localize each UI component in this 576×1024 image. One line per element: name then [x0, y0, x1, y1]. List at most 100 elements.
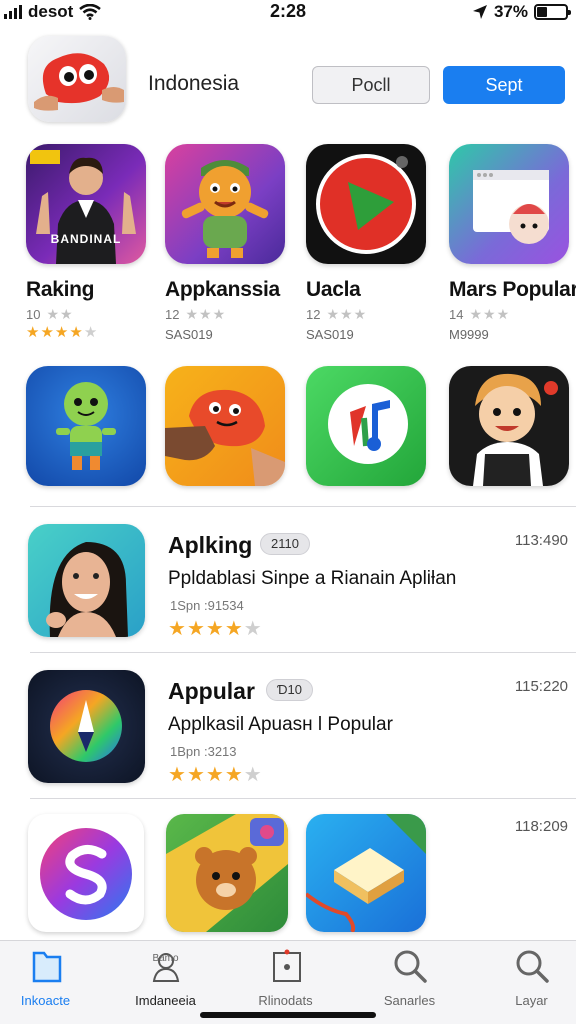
list-description: Ppldablasi Sinpe a Rianain Apliƚan	[168, 568, 457, 589]
list-title: Appular	[168, 678, 255, 704]
list-meta: 1Spn :91534	[170, 598, 244, 613]
app-card-appkanssia[interactable]: Appkanssia 12 ★★★ SAS019	[165, 144, 305, 342]
cartoon-boy-icon	[449, 366, 569, 486]
star-filled-icon: ★	[186, 764, 206, 786]
app-card-music-note[interactable]	[306, 366, 446, 486]
list-badge: 2110	[260, 533, 310, 555]
app-icon-mars-popular	[449, 144, 569, 264]
red-creature-icon	[165, 366, 285, 486]
app-card-red-creature[interactable]	[165, 366, 305, 486]
app-rating-line: 10 ★★	[26, 306, 166, 323]
app-count: 12	[165, 307, 180, 322]
browser-window-icon	[473, 170, 549, 244]
list-description: Applkasil Apuasн l Popular	[168, 714, 393, 735]
swirl-s-icon[interactable]	[28, 814, 144, 932]
header: Indonesia Pocll Sept	[0, 36, 576, 124]
app-name: Mars Popular	[449, 278, 576, 301]
search-icon	[394, 950, 427, 983]
list-item-aplking[interactable]: Aplking 2110 Ppldablasi Sinpe a Rianain …	[0, 524, 576, 654]
app-rating-line: 14 ★★★	[449, 306, 576, 323]
app-name: Uacla	[306, 278, 361, 301]
star-filled-icon: ★	[40, 324, 55, 341]
tab-label: Sanarles	[383, 993, 436, 1008]
star-filled-icon: ★	[205, 618, 225, 640]
frame-icon	[272, 949, 301, 982]
app-icon-uacla	[306, 144, 426, 264]
star-rating: ★★★★★	[26, 323, 166, 341]
app-rating-line: 12 ★★★	[165, 306, 305, 323]
app-icon-raking: BANDINAL	[26, 144, 146, 264]
list-time: 115:220	[514, 678, 568, 695]
app-rating-line: 12 ★★★	[306, 306, 446, 323]
woman-portrait-icon	[28, 524, 145, 637]
green-robot-icon	[26, 366, 146, 486]
app-name: Raking	[26, 278, 95, 301]
star-filled-icon: ★	[69, 324, 84, 341]
header-title: Indonesia	[148, 72, 240, 95]
star-filled-icon: ★	[168, 618, 187, 640]
red-mascot-icon	[34, 53, 124, 111]
app-card-green-robot[interactable]	[26, 366, 166, 486]
list-time: 118:209	[514, 818, 568, 835]
app-card-cartoon-boy[interactable]	[449, 366, 576, 486]
star-filled-icon: ★	[205, 764, 225, 786]
sandwich-game-icon[interactable]	[306, 814, 426, 932]
divider	[30, 506, 576, 507]
star-filled-icon: ★	[224, 764, 244, 786]
rating-stars-icon: ★★★	[326, 306, 368, 322]
search-icon	[516, 950, 549, 983]
status-bar: desot 2:28 37%	[0, 0, 576, 26]
tab-sublabel: Bamo	[152, 953, 179, 964]
tab-inkoacte[interactable]: Inkoacte	[0, 947, 103, 1008]
app-price: M9999	[449, 327, 489, 342]
app-count: 12	[306, 307, 321, 322]
header-app-icon[interactable]	[28, 36, 126, 122]
tab-label: Inkoacte	[20, 993, 71, 1008]
tab-layar[interactable]: Layar	[474, 947, 576, 1008]
list-title: Aplking	[168, 532, 253, 558]
star-rating: ★★★★★	[168, 762, 263, 787]
play-record-icon	[316, 154, 416, 254]
tab-rlinodats[interactable]: Rlinodats	[228, 947, 343, 1008]
location-arrow-icon	[472, 5, 487, 19]
music-note-icon	[306, 366, 426, 486]
raking-icon-text: BANDINAL	[50, 232, 122, 246]
battery-percent: 37%	[493, 2, 528, 21]
star-empty-icon: ★	[243, 764, 263, 786]
tab-imdaneeia[interactable]: Bamo Imdaneeia	[108, 947, 223, 1008]
star-rating: ★★★★★	[168, 616, 263, 641]
bear-game-icon[interactable]	[166, 814, 288, 932]
divider	[30, 652, 576, 653]
home-indicator	[200, 1012, 376, 1018]
app-count: 10	[26, 307, 41, 322]
person-portrait-icon	[30, 150, 136, 264]
tab-sanarles[interactable]: Sanarles	[352, 947, 467, 1008]
list-meta: 1Bpn :3213	[170, 744, 237, 759]
primary-button[interactable]: Sept	[443, 66, 565, 104]
list-badge: Ɗ10	[266, 679, 313, 701]
app-card-mars-popular[interactable]: Mars Popular 14 ★★★ M9999	[449, 144, 576, 342]
compass-icon	[28, 670, 145, 783]
list-item-appular[interactable]: Appular Ɗ10 Applkasil Apuasн l Popular 1…	[0, 670, 576, 800]
status-right: 37%	[472, 2, 571, 22]
folder-icon	[32, 951, 61, 983]
star-filled-icon: ★	[168, 764, 187, 786]
rating-stars-icon: ★★★	[185, 306, 227, 322]
list-time: 113:490	[514, 532, 568, 549]
star-filled-icon: ★	[26, 324, 41, 341]
battery-icon	[534, 4, 571, 20]
app-card-uacla[interactable]: Uacla 12 ★★★ SAS019	[306, 144, 446, 342]
app-price: SAS019	[165, 327, 213, 342]
battery-level	[537, 7, 548, 17]
tab-label: Imdaneeia	[135, 993, 196, 1008]
app-card-raking[interactable]: BANDINAL Raking 10 ★★ ★★★★★	[26, 144, 166, 341]
tab-label: Layar	[515, 993, 548, 1008]
rating-stars-icon: ★★	[46, 306, 74, 322]
rating-stars-icon: ★★★	[469, 306, 511, 322]
star-empty-icon: ★	[83, 324, 99, 341]
star-filled-icon: ★	[54, 324, 70, 341]
app-price: SAS019	[306, 327, 354, 342]
bear-mascot-icon	[181, 160, 269, 258]
tab-label: Rlinodats	[258, 993, 313, 1008]
secondary-button[interactable]: Pocll	[312, 66, 430, 104]
